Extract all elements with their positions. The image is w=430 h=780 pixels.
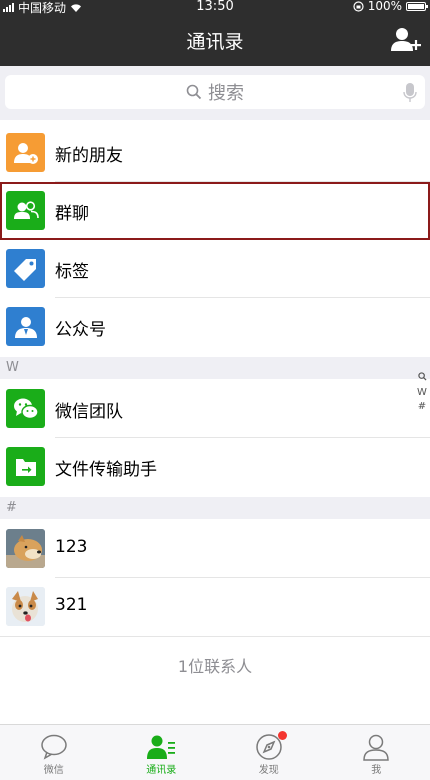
file-transfer-icon [6,447,45,486]
list-item-new-friends[interactable]: 新的朋友 [0,124,430,182]
tab-me-label: 我 [371,765,382,776]
wechat-team-label: 微信团队 [55,402,123,422]
page-title: 通讯录 [186,31,244,53]
search-placeholder: 搜索 [208,83,244,104]
dog-avatar [6,587,45,626]
list-item-file-transfer[interactable]: 文件传输助手 [0,438,430,496]
index-search-icon[interactable] [416,372,428,386]
search-area: 搜索 [0,66,430,120]
contact-name: 123 [55,537,88,557]
index-letter-hash[interactable]: # [416,400,428,414]
section-header-w: W [0,357,430,379]
index-letter-w[interactable]: W [416,386,428,400]
microphone-icon[interactable] [403,83,417,103]
status-bar: 中国移动 13:50 100% [0,0,430,15]
file-transfer-label: 文件传输助手 [55,460,157,480]
tab-discover-label: 发现 [258,765,279,776]
notification-badge [277,731,287,740]
tab-bar: 微信 通讯录 发现 我 [0,724,430,780]
battery-percent: 100% [367,0,402,13]
official-account-icon [6,307,45,346]
contact-item-123[interactable]: 123 [0,520,430,578]
search-input[interactable]: 搜索 [5,75,425,109]
battery-icon [406,1,428,11]
tab-contacts[interactable]: 通讯录 [108,725,216,780]
chat-bubble-icon [41,734,67,760]
list-item-wechat-team[interactable]: 微信团队 [0,380,430,438]
divider [0,636,430,637]
new-friends-icon [6,133,45,172]
list-item-group-chat[interactable]: 群聊 [0,182,430,240]
contact-count: 1位联系人 [177,657,253,676]
rotation-lock-icon [353,0,364,12]
tag-icon [6,249,45,288]
list-item-tags[interactable]: 标签 [0,240,430,298]
tab-contacts-label: 通讯录 [146,765,177,776]
new-friends-label: 新的朋友 [55,146,123,166]
contact-item-321[interactable]: 321 [0,578,430,636]
group-chat-icon [6,191,45,230]
section-header-hash: # [0,497,430,519]
nav-bar: 通讯录 [0,14,430,66]
tags-label: 标签 [55,262,89,282]
profile-icon [363,734,390,761]
alphabet-index-bar[interactable]: W # [416,372,428,414]
contact-name: 321 [55,595,88,615]
search-icon [186,84,202,100]
dog-avatar [6,529,45,568]
contacts-icon [147,735,176,759]
add-friend-icon[interactable] [390,24,422,56]
tab-chats[interactable]: 微信 [0,725,108,780]
group-chat-label: 群聊 [55,204,89,224]
tab-discover[interactable]: 发现 [215,725,323,780]
list-item-official-accounts[interactable]: 公众号 [0,298,430,356]
official-accounts-label: 公众号 [55,320,106,340]
tab-me[interactable]: 我 [323,725,430,780]
wechat-team-icon [6,389,45,428]
tab-chats-label: 微信 [43,765,64,776]
